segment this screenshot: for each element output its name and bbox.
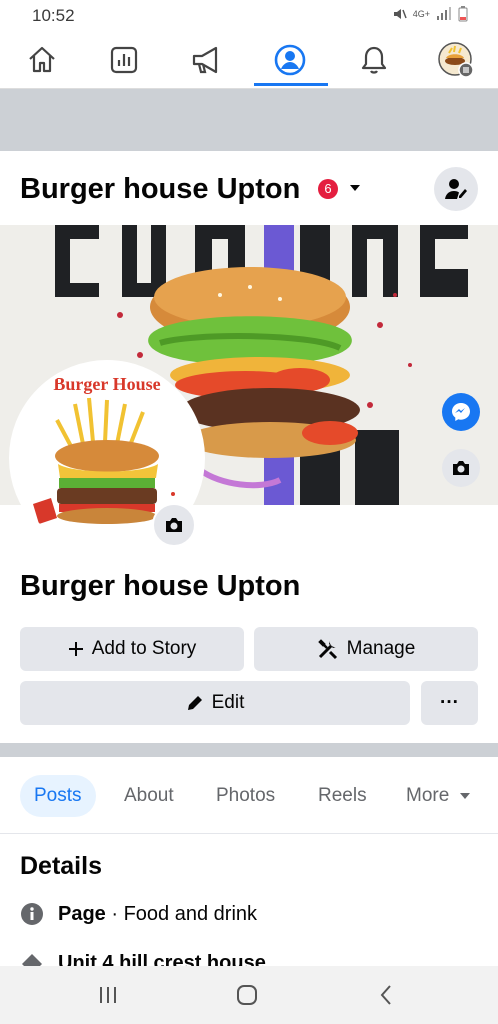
- plus-icon: [68, 642, 83, 656]
- notification-badge[interactable]: 6: [318, 179, 338, 199]
- camera-icon: [166, 518, 182, 532]
- tools-icon: [317, 639, 337, 660]
- tab-reels-label: Reels: [318, 785, 367, 806]
- messenger-icon: [452, 403, 470, 421]
- page-title[interactable]: Burger house Upton: [20, 173, 300, 206]
- detail-address-text: Unit 4 hill crest house: [58, 952, 266, 966]
- add-to-story-button[interactable]: Add to Story: [20, 627, 244, 671]
- nav-promote[interactable]: [188, 40, 228, 80]
- person-edit-icon: [445, 179, 467, 199]
- bell-icon: [361, 46, 387, 74]
- page-header: Burger house Upton 6: [0, 151, 498, 225]
- status-icons: 4G+: [391, 6, 468, 22]
- profile-tabs: Posts About Photos Reels More: [0, 757, 498, 834]
- tab-about-label: About: [124, 785, 174, 806]
- home-icon: [29, 46, 55, 73]
- menu-avatar-icon: [438, 42, 474, 78]
- detail-address-row: Unit 4 hill crest house: [20, 952, 266, 966]
- tab-posts[interactable]: Posts: [20, 775, 96, 817]
- back-icon[interactable]: [378, 984, 394, 1006]
- location-icon: [22, 954, 42, 966]
- edit-label: Edit: [211, 692, 245, 713]
- detail-category-row: Page · Food and drink: [20, 902, 257, 926]
- more-options-button[interactable]: ···: [421, 681, 478, 725]
- tab-about[interactable]: About: [124, 775, 174, 817]
- tab-more-label: More: [406, 785, 450, 806]
- mute-icon: [393, 9, 407, 19]
- profile-camera-button[interactable]: [152, 503, 196, 547]
- detail-category-text: Page · Food and drink: [58, 903, 257, 926]
- megaphone-icon: [192, 46, 218, 74]
- cover-camera-button[interactable]: [442, 449, 480, 487]
- switch-profile-button[interactable]: [434, 167, 478, 211]
- top-nav: [0, 30, 498, 89]
- more-options-label: ···: [440, 692, 459, 713]
- nav-home[interactable]: [22, 40, 62, 80]
- profile-logo-text: Burger House: [53, 374, 160, 394]
- signal-icon: [437, 7, 451, 20]
- profile-name: Burger house Upton: [20, 570, 301, 602]
- camera-icon: [453, 461, 469, 475]
- insights-icon: [110, 46, 138, 74]
- messenger-button[interactable]: [442, 393, 480, 431]
- edit-button[interactable]: Edit: [20, 681, 410, 725]
- top-separator-band: [0, 89, 498, 151]
- tab-photos-label: Photos: [216, 785, 276, 806]
- recent-apps-icon[interactable]: [98, 985, 118, 1005]
- detail-category-label: Page: [58, 902, 106, 925]
- manage-button[interactable]: Manage: [254, 627, 478, 671]
- nav-profile[interactable]: [270, 40, 310, 80]
- active-tab-indicator: [254, 83, 328, 86]
- manage-label: Manage: [346, 638, 416, 659]
- caret-down-icon[interactable]: [348, 181, 362, 195]
- home-button-icon[interactable]: [236, 984, 258, 1006]
- status-bar: 10:52 4G+: [0, 0, 498, 30]
- pencil-icon: [187, 696, 202, 710]
- android-nav-bar: [0, 966, 498, 1024]
- tab-reels[interactable]: Reels: [318, 775, 367, 817]
- detail-category-value: · Food and drink: [105, 902, 258, 925]
- tab-more[interactable]: More: [406, 775, 471, 817]
- network-label: 4G+: [412, 9, 430, 19]
- nav-menu[interactable]: [436, 40, 476, 80]
- add-to-story-label: Add to Story: [91, 638, 197, 659]
- profile-icon: [274, 44, 306, 76]
- status-time: 10:52: [32, 6, 75, 25]
- info-icon: [21, 903, 43, 925]
- nav-notifications[interactable]: [354, 40, 394, 80]
- section-divider: [0, 743, 498, 757]
- nav-insights[interactable]: [104, 40, 144, 80]
- tab-photos[interactable]: Photos: [216, 775, 275, 817]
- tab-posts-label: Posts: [34, 785, 82, 806]
- details-title: Details: [20, 852, 102, 880]
- battery-icon: [458, 6, 468, 22]
- caret-down-icon: [460, 793, 471, 799]
